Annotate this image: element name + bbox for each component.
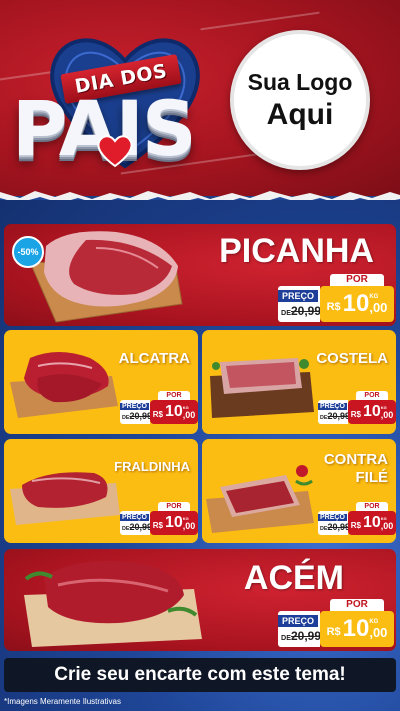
- product-card-alcatra[interactable]: ALCATRA PREÇO DE20,99 POR R$ 10 KG ,00: [4, 330, 198, 434]
- product-name: COSTELA: [316, 350, 388, 367]
- light-streak: [200, 11, 320, 31]
- picanha-image: [29, 231, 183, 323]
- price-label: PREÇO: [318, 514, 347, 521]
- price-label: PREÇO: [120, 403, 149, 410]
- logo-placeholder[interactable]: Sua Logo Aqui: [230, 30, 370, 170]
- new-price: R$ 10 KG ,00: [348, 400, 396, 424]
- product-card-costela[interactable]: COSTELA PREÇO DE20,99 POR R$ 10 KG ,00: [202, 330, 396, 434]
- logo-text-line2: Aqui: [266, 98, 334, 131]
- product-name: ALCATRA: [118, 350, 190, 367]
- product-card-acem[interactable]: ACÉM PREÇO DE20,99 POR R$ 10 KG ,00: [4, 549, 396, 651]
- por-label: POR: [158, 391, 190, 400]
- price-tag: PREÇO DE20,99 POR R$ 10 KG ,00: [278, 599, 394, 647]
- price-tag: PREÇO DE20,99 POR R$ 10 KG ,00: [120, 502, 198, 535]
- logo-text-line1: Sua Logo: [247, 69, 353, 95]
- heart-icon: [97, 135, 133, 168]
- new-price: R$ 10 KG ,00: [320, 611, 394, 647]
- price-new-box: POR R$ 10 KG ,00: [150, 391, 198, 424]
- por-label: POR: [356, 502, 388, 511]
- price-label: PREÇO: [120, 514, 149, 521]
- price-label: PREÇO: [278, 290, 319, 302]
- price-old-box: PREÇO DE20,99: [278, 286, 322, 322]
- price-new-box: POR R$ 10 KG ,00: [150, 502, 198, 535]
- dia-dos-pais-title: DIA DOS PAIS: [10, 26, 210, 186]
- costela-image: [210, 358, 314, 418]
- discount-badge: -50%: [12, 236, 44, 268]
- price-tag: PREÇO DE20,99 POR R$ 10 KG ,00: [318, 502, 396, 535]
- por-label: POR: [330, 274, 384, 286]
- alcatra-image: [10, 352, 118, 418]
- product-card-fraldinha[interactable]: FRALDINHA PREÇO DE20,99 POR R$ 10 KG ,00: [4, 439, 198, 543]
- product-name: PICANHA: [219, 232, 374, 270]
- product-name: CONTRA FILÉ: [324, 451, 388, 487]
- price-old-box: PREÇO DE20,99: [278, 611, 322, 647]
- price-new-box: POR R$ 10 KG ,00: [348, 391, 396, 424]
- price-tag: PREÇO DE20,99 POR R$ 10 KG ,00: [318, 391, 396, 424]
- price-tag: PREÇO DE20,99 POR R$ 10 KG ,00: [278, 274, 394, 322]
- product-name-line1: CONTRA: [323, 451, 388, 468]
- new-price: R$ 10 KG ,00: [150, 400, 198, 424]
- acem-image: [24, 560, 202, 647]
- price-old-box: PREÇO DE20,99: [120, 400, 153, 424]
- new-price: R$ 10 KG ,00: [150, 511, 198, 535]
- contra-file-image: [206, 465, 314, 533]
- old-price: DE20,99: [320, 522, 351, 532]
- old-price: DE20,99: [281, 304, 322, 318]
- old-price: DE20,99: [122, 522, 153, 532]
- product-name: ACÉM: [243, 559, 344, 597]
- fraldinha-image: [10, 472, 120, 525]
- product-card-picanha[interactable]: -50% PICANHA PREÇO DE20,99 POR R$ 10 KG,…: [4, 224, 396, 326]
- old-price: DE20,99: [320, 411, 351, 421]
- price-label: PREÇO: [318, 403, 347, 410]
- por-label: POR: [356, 391, 388, 400]
- footnote: *Imagens Meramente Ilustrativas: [4, 697, 121, 706]
- price-tag: PREÇO DE20,99 POR R$ 10 KG ,00: [120, 391, 198, 424]
- price-new-box: POR R$ 10 KG ,00: [320, 599, 394, 647]
- price-new-box: POR R$ 10 KG ,00: [348, 502, 396, 535]
- product-card-contra-file[interactable]: CONTRA FILÉ PREÇO DE20,99 POR R$ 10 KG ,0…: [202, 439, 396, 543]
- old-price: DE20,99: [122, 411, 153, 421]
- cta-banner[interactable]: Crie seu encarte com este tema!: [4, 658, 396, 692]
- por-label: POR: [330, 599, 384, 611]
- product-name: FRALDINHA: [114, 459, 190, 474]
- product-name-line2: FILÉ: [355, 469, 389, 486]
- price-old-box: PREÇO DE20,99: [120, 511, 153, 535]
- new-price: R$ 10 KG ,00: [348, 511, 396, 535]
- cta-banner-text: Crie seu encarte com este tema!: [54, 664, 346, 685]
- price-old-box: PREÇO DE20,99: [318, 400, 351, 424]
- por-label: POR: [158, 502, 190, 511]
- price-label: PREÇO: [278, 615, 319, 627]
- new-price: R$ 10 KG ,00: [320, 286, 394, 322]
- price-new-box: POR R$ 10 KG ,00: [320, 274, 394, 322]
- old-price: DE20,99: [281, 629, 322, 643]
- header: DIA DOS PAIS Sua Logo Aqui: [0, 0, 400, 196]
- price-old-box: PREÇO DE20,99: [318, 511, 351, 535]
